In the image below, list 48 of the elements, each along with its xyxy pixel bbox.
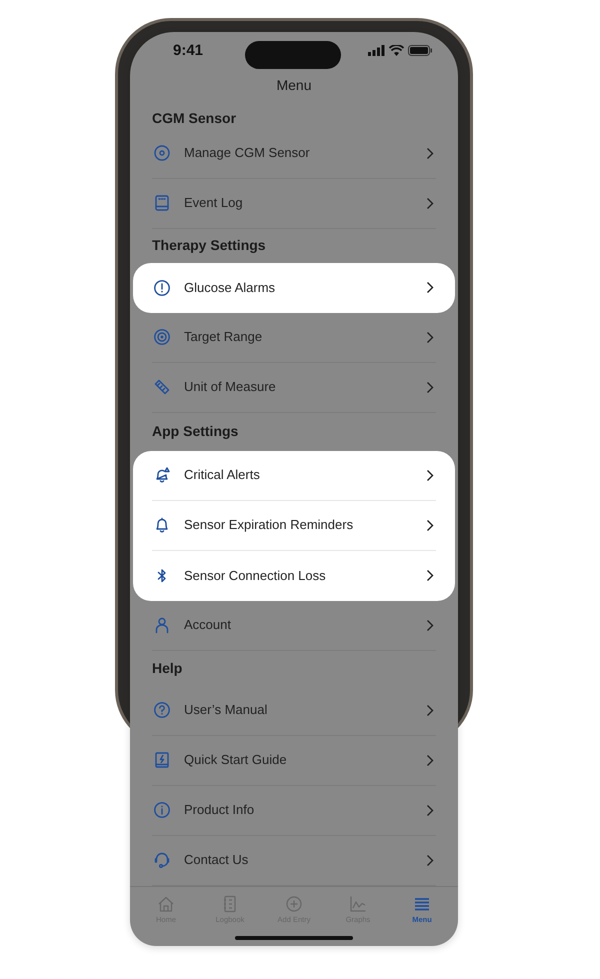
chevron-icon <box>426 569 434 582</box>
menu-item[interactable]: Sensor Connection Loss <box>133 550 455 601</box>
menu-item[interactable]: Quick Start Guide <box>152 736 436 786</box>
battery-icon <box>408 45 432 56</box>
chevron-icon <box>426 854 434 867</box>
signal-icon <box>368 45 385 56</box>
section-header: CGM Sensor <box>152 108 236 128</box>
notebook-icon <box>153 194 171 212</box>
chevron-icon <box>426 281 434 294</box>
sensor-icon <box>153 144 171 162</box>
status-time: 9:41 <box>173 40 204 61</box>
chevron-icon <box>426 146 434 160</box>
chevron-icon <box>426 196 434 210</box>
home-icon <box>157 894 175 913</box>
menu-item[interactable]: User’s Manual <box>152 686 436 736</box>
menu-item[interactable]: Event Log <box>152 178 436 229</box>
target-icon <box>153 328 171 346</box>
chevron-icon <box>426 754 434 767</box>
add-icon <box>285 894 303 913</box>
info-icon <box>153 801 171 820</box>
ruler-icon <box>153 378 171 396</box>
menu-item[interactable]: Target Range <box>152 312 436 363</box>
alert-icon <box>153 278 171 297</box>
chevron-icon <box>426 804 434 817</box>
chevron-icon <box>426 468 434 482</box>
chevron-icon <box>426 518 434 532</box>
section-header: Help <box>152 658 182 678</box>
menu-item[interactable]: Product Info <box>152 786 436 836</box>
menu-item[interactable]: Unit of Measure <box>152 362 436 413</box>
menu-item[interactable]: Manage CGM Sensor <box>152 128 436 179</box>
chevron-icon <box>426 380 434 394</box>
menu-item[interactable]: Contact Us <box>152 836 436 886</box>
screen-title: Menu <box>276 76 312 96</box>
wifi-icon <box>389 45 404 56</box>
question-icon <box>153 701 171 720</box>
graph-icon <box>349 894 367 913</box>
menu-item[interactable]: Sensor Expiration Reminders <box>133 500 455 551</box>
book-icon <box>153 751 171 770</box>
headset-icon <box>153 851 171 870</box>
menu-item[interactable]: Account <box>152 600 436 651</box>
section-header: Therapy Settings <box>152 236 266 256</box>
section-header: App Settings <box>152 422 238 442</box>
chevron-icon <box>426 704 434 717</box>
chevron-icon <box>426 330 434 344</box>
menu-item[interactable]: Critical Alerts <box>133 450 455 501</box>
person-icon <box>153 616 171 634</box>
chevron-icon <box>426 618 434 632</box>
menu-item[interactable]: Glucose Alarms <box>133 262 455 313</box>
